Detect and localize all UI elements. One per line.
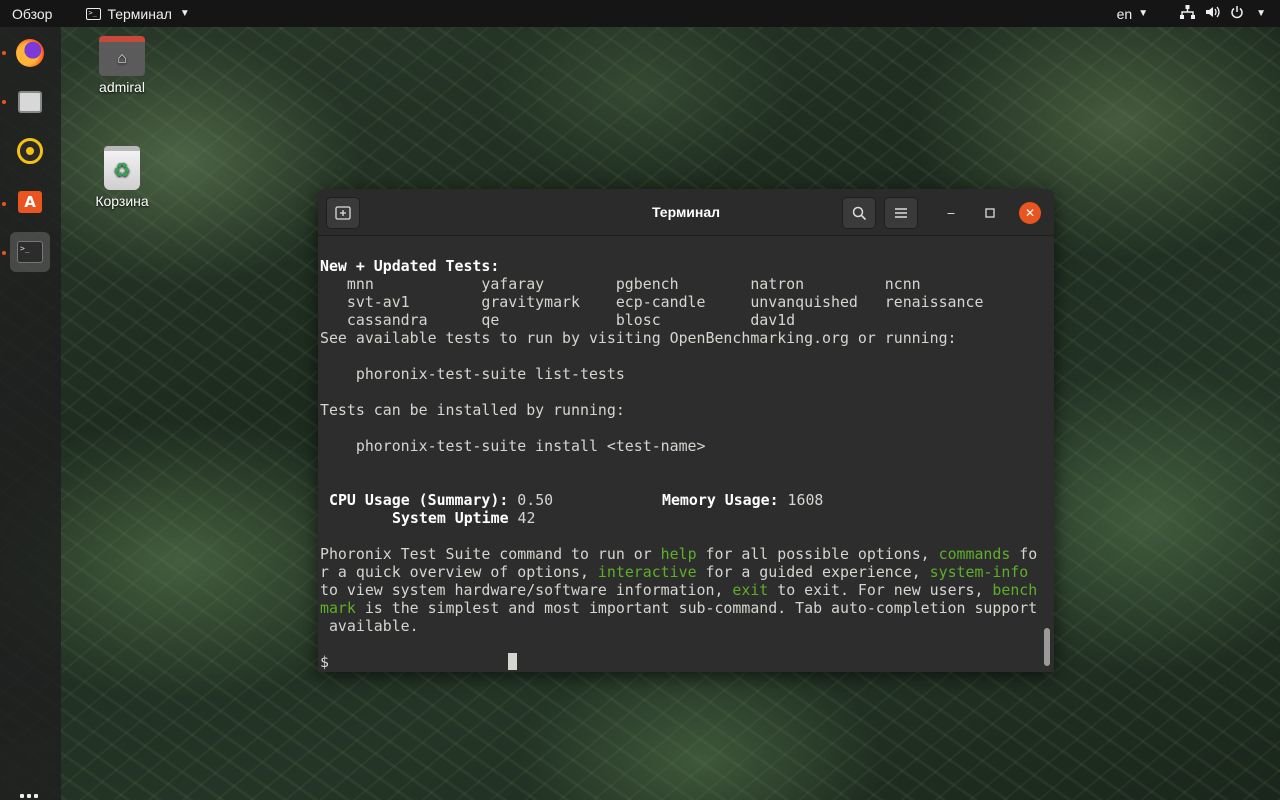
top-bar: Обзор >_ Терминал ▼ en ▼ ▼ <box>0 0 1280 27</box>
terminal-line: Tests can be installed by running: <box>320 401 625 419</box>
dock-firefox[interactable] <box>10 33 50 73</box>
dock-terminal[interactable]: >_ <box>10 232 50 272</box>
terminal-line: phoronix-test-suite install <test-name> <box>320 437 706 455</box>
show-applications-icon[interactable] <box>20 794 40 800</box>
search-icon <box>852 206 866 220</box>
desktop-trash[interactable]: ♻ Корзина <box>82 146 162 209</box>
help-text: to exit. For new users, <box>768 581 993 599</box>
language-label: en <box>1116 5 1133 22</box>
running-indicator <box>2 100 6 104</box>
language-indicator[interactable]: en ▼ <box>1117 6 1148 22</box>
terminal-window: Терминал ‒ ✕ New + Updated Tests: mnn ya… <box>318 189 1054 672</box>
help-text: fo <box>1010 545 1038 563</box>
help-line: Phoronix Test Suite command to run or he… <box>320 545 1037 563</box>
minimize-icon: ‒ <box>946 205 956 221</box>
terminal-line: New + Updated Tests: <box>320 257 500 275</box>
help-text: for a guided experience, <box>696 563 930 581</box>
network-icon <box>1180 5 1196 22</box>
help-keyword: mark <box>320 599 356 617</box>
volume-icon <box>1205 5 1220 22</box>
help-text: r a quick overview of options, <box>320 563 598 581</box>
close-icon: ✕ <box>1024 206 1036 220</box>
system-menu[interactable]: ▼ <box>1180 5 1266 22</box>
maximize-icon <box>985 208 995 218</box>
uptime-line: System Uptime 42 <box>392 509 535 527</box>
app-menu[interactable]: >_ Терминал ▼ <box>86 5 190 22</box>
help-text: Phoronix Test Suite command to run or <box>320 545 661 563</box>
maximize-button[interactable] <box>979 202 1001 224</box>
help-text: is the simplest and most important sub-c… <box>355 599 1038 617</box>
help-keyword: help <box>660 545 697 563</box>
terminal-line: See available tests to run by visiting O… <box>320 329 957 347</box>
cpu-usage-label: CPU Usage (Summary): <box>329 491 509 509</box>
terminal-icon: >_ <box>17 241 43 263</box>
cpu-usage-line: CPU Usage (Summary): 0.50 <box>329 491 553 509</box>
search-button[interactable] <box>842 197 876 229</box>
minimize-button[interactable]: ‒ <box>940 202 962 224</box>
chevron-down-icon: ▼ <box>1256 8 1266 19</box>
terminal-app-icon: >_ <box>86 7 102 20</box>
home-folder-label: admiral <box>99 79 145 95</box>
help-keyword: exit <box>732 581 769 599</box>
terminal-line: mnn yafaray pgbench natron ncnn <box>320 275 921 293</box>
power-icon <box>1230 5 1244 22</box>
rhythmbox-icon <box>17 138 43 164</box>
terminal-headerbar[interactable]: Терминал ‒ ✕ <box>318 189 1054 236</box>
memory-usage-label: Memory Usage: <box>662 491 779 509</box>
terminal-line: cassandra qe blosc dav1d <box>320 311 796 329</box>
dock-software[interactable]: A <box>10 182 50 222</box>
app-menu-label: Терминал <box>107 5 172 22</box>
terminal-output[interactable]: New + Updated Tests: mnn yafaray pgbench… <box>318 236 1054 672</box>
files-icon <box>18 91 42 113</box>
memory-usage-value: 1608 <box>787 491 824 509</box>
home-folder-icon: ⌂ <box>99 36 145 76</box>
hamburger-icon <box>895 208 907 218</box>
scrollbar-thumb[interactable] <box>1044 628 1050 666</box>
cpu-usage-value: 0.50 <box>517 491 554 509</box>
memory-usage-line: Memory Usage: 1608 <box>662 491 823 509</box>
dock-files[interactable] <box>10 82 50 122</box>
terminal-line: phoronix-test-suite list-tests <box>320 365 625 383</box>
help-keyword: system-info <box>929 563 1029 581</box>
trash-icon: ♻ <box>104 146 140 190</box>
menu-button[interactable] <box>884 197 918 229</box>
help-line: to view system hardware/software informa… <box>320 581 1037 599</box>
uptime-value: 42 <box>517 509 536 527</box>
close-button[interactable]: ✕ <box>1019 202 1041 224</box>
terminal-line: svt-av1 gravitymark ecp-candle unvanquis… <box>320 293 984 311</box>
chevron-down-icon: ▼ <box>179 8 190 19</box>
help-line: available. <box>320 617 419 635</box>
prompt-symbol: $ <box>320 653 329 671</box>
chevron-down-icon: ▼ <box>1138 8 1149 19</box>
help-keyword: commands <box>938 545 1011 563</box>
dock: A >_ <box>0 27 61 800</box>
help-keyword: interactive <box>597 563 697 581</box>
help-text: to view system hardware/software informa… <box>320 581 733 599</box>
uptime-label: System Uptime <box>392 509 509 527</box>
software-icon: A <box>18 191 42 213</box>
desktop-home-folder[interactable]: ⌂ admiral <box>82 36 162 95</box>
running-indicator <box>2 51 6 55</box>
activities-button[interactable]: Обзор <box>0 6 64 22</box>
running-indicator <box>2 202 6 206</box>
running-indicator <box>2 251 6 255</box>
help-line: r a quick overview of options, interacti… <box>320 563 1028 581</box>
dock-rhythmbox[interactable] <box>10 131 50 171</box>
text-cursor <box>508 653 518 670</box>
trash-label: Корзина <box>95 193 149 209</box>
help-keyword: bench <box>992 581 1038 599</box>
help-line: mark is the simplest and most important … <box>320 599 1037 617</box>
help-text: for all possible options, <box>696 545 939 563</box>
firefox-icon <box>16 39 44 67</box>
prompt-line[interactable]: $ <box>320 653 518 671</box>
